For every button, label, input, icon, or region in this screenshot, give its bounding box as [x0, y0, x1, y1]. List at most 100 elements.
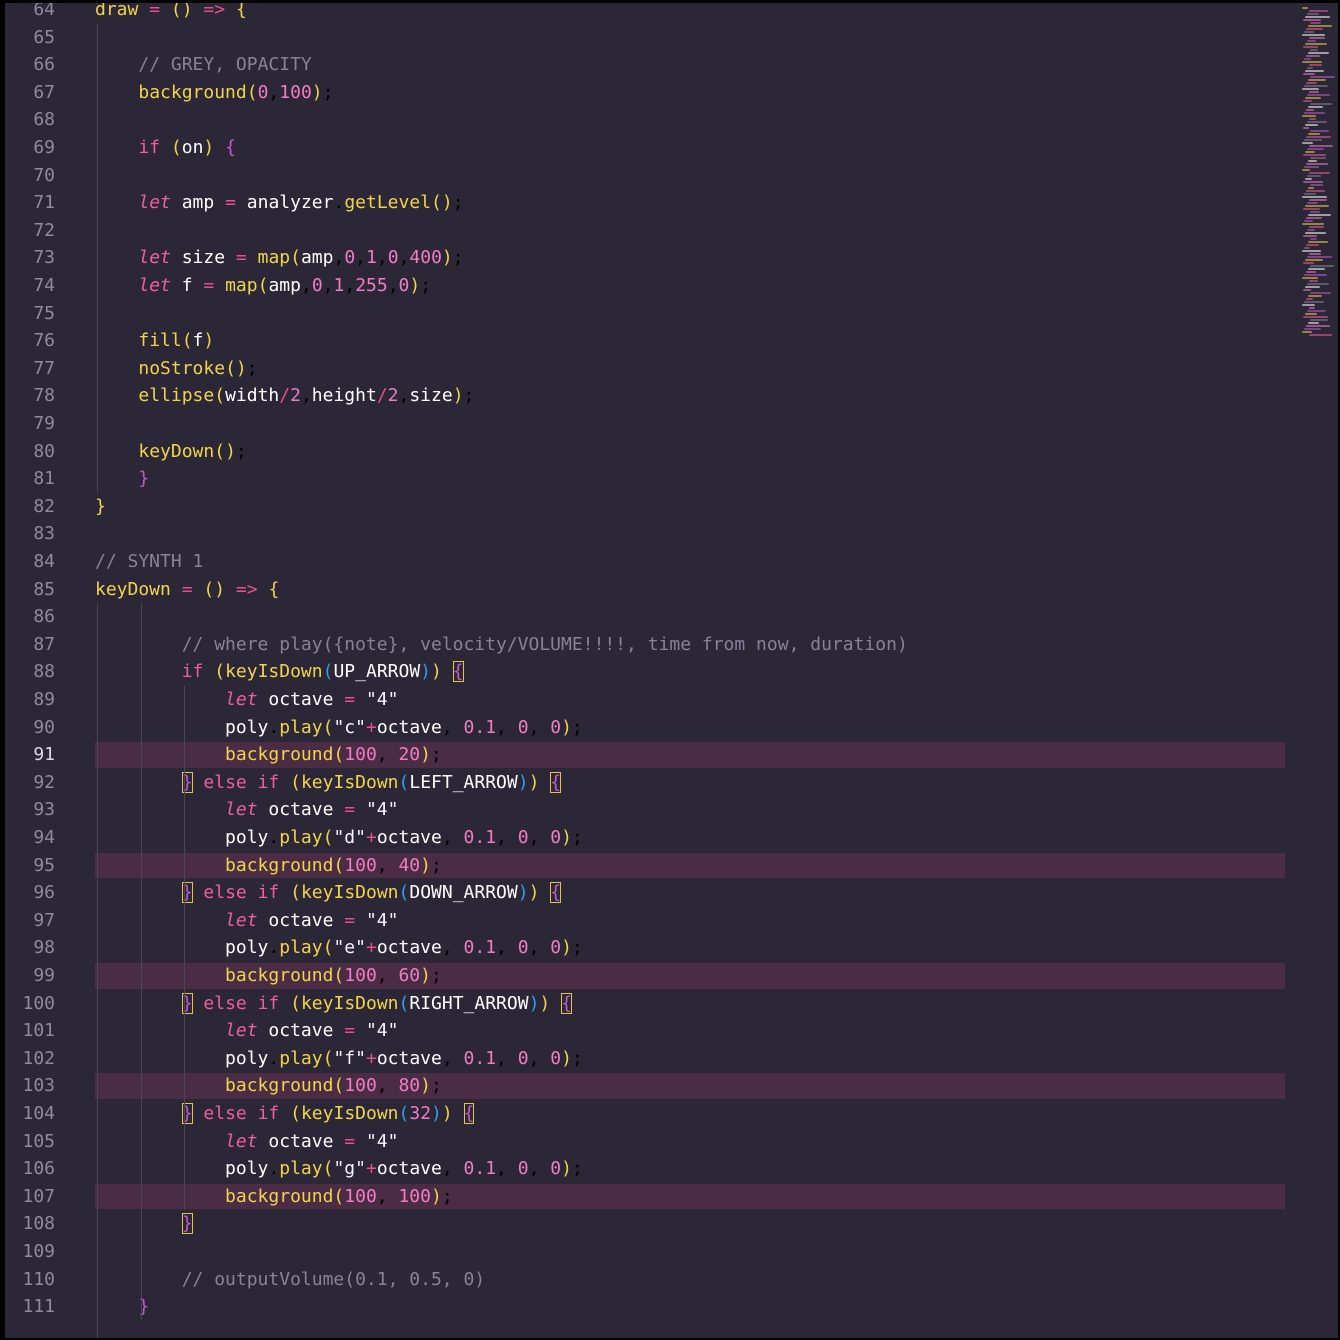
minimap-line: [1304, 139, 1322, 141]
minimap-line: [1307, 94, 1330, 96]
code-line[interactable]: 73 let size = map(amp,0,1,0,400);: [5, 244, 1338, 272]
code-line[interactable]: 111 }: [5, 1293, 1338, 1321]
minimap-line: [1308, 295, 1322, 297]
code-text: background(0,100);: [138, 81, 334, 103]
code-line[interactable]: 110 // outputVolume(0.1, 0.5, 0): [5, 1266, 1338, 1294]
minimap-line: [1310, 184, 1323, 186]
code-line[interactable]: 97 let octave = "4": [5, 907, 1338, 935]
minimap-line: [1304, 31, 1314, 33]
code-text: } else if (keyIsDown(LEFT_ARROW)) {: [181, 771, 562, 793]
code-line[interactable]: 89 let octave = "4": [5, 686, 1338, 714]
minimap-line: [1307, 148, 1324, 150]
minimap-line: [1305, 313, 1317, 315]
code-line[interactable]: 71 let amp = analyzer.getLevel();: [5, 189, 1338, 217]
minimap-line: [1302, 61, 1322, 63]
code-line[interactable]: 100 } else if (keyIsDown(RIGHT_ARROW)) {: [5, 990, 1338, 1018]
minimap-line: [1302, 277, 1318, 279]
line-number: 75: [33, 302, 55, 324]
code-line[interactable]: 109: [5, 1238, 1338, 1266]
minimap-line: [1303, 181, 1323, 183]
code-line[interactable]: 104 } else if (keyIsDown(32)) {: [5, 1100, 1338, 1128]
line-number: 78: [33, 385, 55, 407]
line-number: 98: [33, 937, 55, 959]
code-line[interactable]: 106 poly.play("g"+octave, 0.1, 0, 0);: [5, 1155, 1338, 1183]
minimap-line: [1309, 334, 1332, 336]
code-text: if (on) {: [138, 137, 236, 158]
code-line[interactable]: 83: [5, 520, 1338, 548]
code-line[interactable]: 81 }: [5, 465, 1338, 493]
code-line[interactable]: 108 }: [5, 1210, 1338, 1238]
minimap-line: [1309, 253, 1321, 255]
code-line[interactable]: 84 // SYNTH 1: [5, 548, 1338, 576]
minimap-line: [1305, 205, 1329, 207]
minimap-line: [1304, 193, 1316, 195]
code-line[interactable]: 74 let f = map(amp,0,1,255,0);: [5, 272, 1338, 300]
code-line[interactable]: 75: [5, 300, 1338, 328]
code-line[interactable]: 95 background(100, 40);: [5, 852, 1338, 880]
line-number: 105: [22, 1130, 55, 1152]
code-line[interactable]: 77 noStroke();: [5, 355, 1338, 383]
code-line[interactable]: 102 poly.play("f"+octave, 0.1, 0, 0);: [5, 1045, 1338, 1073]
minimap-line: [1307, 13, 1319, 15]
code-editor[interactable]: 64 draw = () => {65 66 // GREY, OPACITY 67 …: [5, 3, 1338, 1338]
code-line[interactable]: 107 background(100, 100);: [5, 1183, 1338, 1211]
code-line[interactable]: 82}: [5, 493, 1338, 521]
code-text: poly.play("g"+octave, 0.1, 0, 0);: [225, 1158, 583, 1180]
code-line[interactable]: 76 fill(f): [5, 327, 1338, 355]
code-line[interactable]: 79: [5, 410, 1338, 438]
code-line[interactable]: 64 draw = () => {: [5, 3, 1338, 24]
minimap-line: [1306, 244, 1319, 246]
code-line[interactable]: 66 // GREY, OPACITY: [5, 51, 1338, 79]
indent-guide: [140, 603, 142, 1321]
line-number: 96: [33, 882, 55, 904]
code-line[interactable]: 80 keyDown();: [5, 438, 1338, 466]
code-line[interactable]: 96 } else if (keyIsDown(DOWN_ARROW)) {: [5, 879, 1338, 907]
minimap-line: [1302, 115, 1316, 117]
line-number: 81: [33, 468, 55, 490]
code-line[interactable]: 69 if (on) {: [5, 134, 1338, 162]
line-number: 85: [33, 578, 55, 600]
minimap-line: [1303, 46, 1318, 48]
line-number: 107: [22, 1185, 55, 1207]
minimap-line: [1308, 241, 1328, 243]
code-line[interactable]: 65: [5, 24, 1338, 52]
minimap-line: [1304, 328, 1321, 330]
code-line[interactable]: 105 let octave = "4": [5, 1128, 1338, 1156]
code-line[interactable]: 68: [5, 106, 1338, 134]
code-text: let size = map(amp,0,1,0,400);: [138, 247, 464, 269]
code-line[interactable]: 92 } else if (keyIsDown(LEFT_ARROW)) {: [5, 769, 1338, 797]
line-number: 91: [33, 744, 55, 766]
code-line[interactable]: 103 background(100, 80);: [5, 1072, 1338, 1100]
code-line[interactable]: 72: [5, 217, 1338, 245]
code-line[interactable]: 67 background(0,100);: [5, 79, 1338, 107]
line-number: 79: [33, 413, 55, 434]
code-line[interactable]: 85 keyDown = () => {: [5, 576, 1338, 604]
code-line[interactable]: 94 poly.play("d"+octave, 0.1, 0, 0);: [5, 824, 1338, 852]
minimap-line: [1306, 136, 1331, 138]
minimap-line: [1305, 151, 1315, 153]
code-line[interactable]: 98 poly.play("e"+octave, 0.1, 0, 0);: [5, 934, 1338, 962]
line-number: 93: [33, 799, 55, 821]
code-line[interactable]: 91 background(100, 20);: [5, 741, 1338, 769]
code-line[interactable]: 86: [5, 603, 1338, 631]
code-line[interactable]: 93 let octave = "4": [5, 796, 1338, 824]
minimap-line: [1305, 43, 1327, 45]
code-text: poly.play("c"+octave, 0.1, 0, 0);: [225, 716, 583, 738]
code-line[interactable]: 99 background(100, 60);: [5, 962, 1338, 990]
line-number: 68: [33, 109, 55, 131]
minimap-line: [1302, 142, 1313, 144]
minimap-line: [1304, 247, 1310, 249]
code-line[interactable]: 78 ellipse(width/2,height/2,size);: [5, 382, 1338, 410]
code-line[interactable]: 70: [5, 162, 1338, 190]
minimap-line: [1307, 202, 1318, 204]
line-number: 110: [22, 1268, 55, 1290]
code-line[interactable]: 90 poly.play("c"+octave, 0.1, 0, 0);: [5, 714, 1338, 742]
code-line[interactable]: 101 let octave = "4": [5, 1017, 1338, 1045]
minimap[interactable]: [1302, 7, 1335, 347]
code-text: background(100, 60);: [225, 965, 442, 986]
minimap-line: [1305, 16, 1330, 18]
minimap-line: [1304, 112, 1325, 114]
code-line[interactable]: 87 // where play({note}, velocity/VOLUME…: [5, 631, 1338, 659]
code-line[interactable]: 88 if (keyIsDown(UP_ARROW)) {: [5, 658, 1338, 686]
minimap-line: [1307, 229, 1315, 231]
